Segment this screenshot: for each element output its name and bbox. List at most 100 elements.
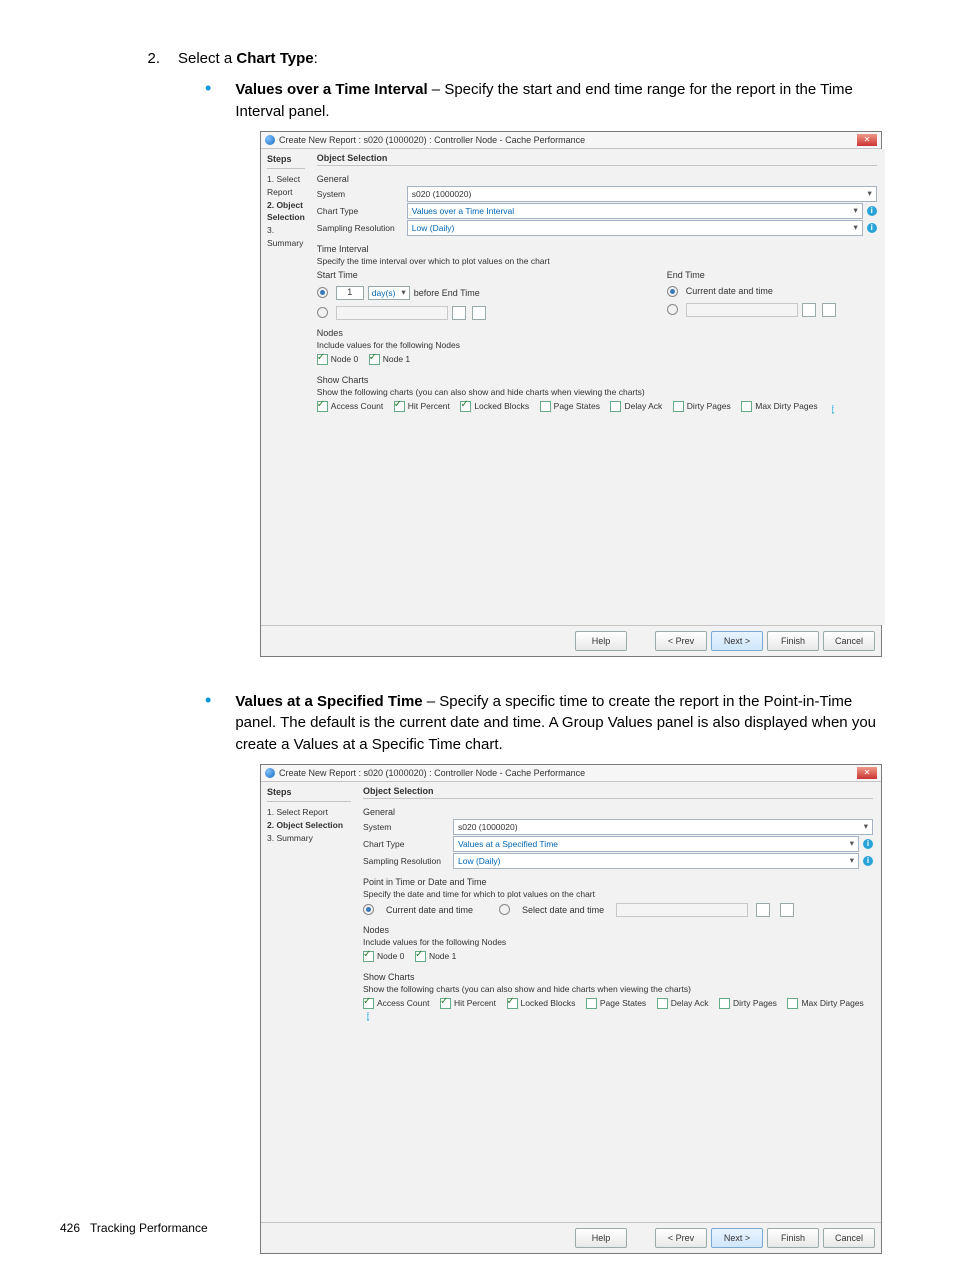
end-current-label: Current date and time — [686, 286, 773, 296]
pit-desc: Specify the date and time for which to p… — [363, 889, 873, 899]
end-absolute-radio[interactable] — [667, 304, 678, 315]
app-icon — [265, 135, 275, 145]
chart-checkbox[interactable] — [317, 401, 328, 412]
finish-button[interactable]: Finish — [767, 1228, 819, 1248]
sampling-label: Sampling Resolution — [317, 223, 407, 233]
chart-checkbox[interactable] — [460, 401, 471, 412]
chart-checkbox[interactable] — [741, 401, 752, 412]
general-label: General — [317, 174, 877, 184]
info-icon[interactable]: i — [863, 856, 873, 866]
pit-select-label: Select date and time — [522, 905, 604, 915]
show-charts-desc: Show the following charts (you can also … — [363, 984, 873, 994]
general-label: General — [363, 807, 873, 817]
chart-checkbox[interactable] — [540, 401, 551, 412]
prev-button[interactable]: < Prev — [655, 631, 707, 651]
help-button[interactable]: Help — [575, 1228, 627, 1248]
start-value-spinner[interactable]: 1 — [336, 286, 364, 300]
start-date-spinner[interactable] — [452, 306, 466, 320]
system-dropdown[interactable]: s020 (1000020)▾ — [453, 819, 873, 835]
end-time-label: End Time — [667, 270, 877, 280]
step-item: 3. Summary — [267, 832, 351, 845]
finish-button[interactable]: Finish — [767, 631, 819, 651]
chart-checkbox[interactable] — [363, 998, 374, 1009]
cancel-button[interactable]: Cancel — [823, 1228, 875, 1248]
chart-checkbox[interactable] — [440, 998, 451, 1009]
node1-checkbox[interactable] — [369, 354, 380, 365]
panel-header: Object Selection — [363, 786, 873, 799]
charts-checkbox-row: Access Count Hit Percent Locked Blocks P… — [363, 998, 873, 1022]
info-icon[interactable]: i — [867, 206, 877, 216]
start-time-label: Start Time — [317, 270, 527, 280]
bullet-dot: • — [60, 79, 235, 97]
pit-current-label: Current date and time — [386, 905, 473, 915]
pit-label: Point in Time or Date and Time — [363, 877, 873, 887]
step-instruction: Select a Chart Type: — [178, 50, 318, 67]
system-label: System — [363, 822, 453, 832]
sampling-label: Sampling Resolution — [363, 856, 453, 866]
chevron-down-icon: ▾ — [854, 222, 858, 233]
sampling-dropdown[interactable]: Low (Daily)▾ — [407, 220, 863, 236]
calendar-icon[interactable] — [780, 903, 794, 917]
chart-checkbox[interactable] — [787, 998, 798, 1009]
start-unit-dropdown[interactable]: day(s)▾ — [368, 286, 410, 300]
calendar-icon[interactable] — [822, 303, 836, 317]
end-current-radio[interactable] — [667, 286, 678, 297]
info-icon[interactable]: i — [867, 223, 877, 233]
before-end-label: before End Time — [414, 288, 480, 298]
show-charts-label: Show Charts — [317, 375, 877, 385]
sampling-dropdown[interactable]: Low (Daily)▾ — [453, 853, 859, 869]
node1-checkbox[interactable] — [415, 951, 426, 962]
chart-checkbox[interactable] — [586, 998, 597, 1009]
end-date-field[interactable] — [686, 303, 798, 317]
start-relative-radio[interactable] — [317, 287, 328, 298]
chevron-down-icon: ▾ — [854, 205, 858, 216]
calendar-icon[interactable] — [472, 306, 486, 320]
info-icon[interactable]: i — [863, 839, 873, 849]
node0-checkbox[interactable] — [363, 951, 374, 962]
help-button[interactable]: Help — [575, 631, 627, 651]
prev-button[interactable]: < Prev — [655, 1228, 707, 1248]
close-icon[interactable]: ✕ — [857, 134, 877, 146]
close-icon[interactable]: ✕ — [857, 767, 877, 779]
next-button[interactable]: Next > — [711, 631, 763, 651]
chart-checkbox[interactable] — [610, 401, 621, 412]
step-item: 1. Select Report — [267, 173, 305, 199]
chart-type-label: Chart Type — [363, 839, 453, 849]
chart-type-dropdown[interactable]: Values at a Specified Time▾ — [453, 836, 859, 852]
dialog-title: Create New Report : s020 (1000020) : Con… — [279, 135, 585, 145]
dialog-title: Create New Report : s020 (1000020) : Con… — [279, 768, 585, 778]
cancel-button[interactable]: Cancel — [823, 631, 875, 651]
node0-checkbox[interactable] — [317, 354, 328, 365]
step-item-current: 2. Object Selection — [267, 199, 305, 225]
pit-current-radio[interactable] — [363, 904, 374, 915]
next-button[interactable]: Next > — [711, 1228, 763, 1248]
wizard-screenshot-2: Create New Report : s020 (1000020) : Con… — [260, 764, 882, 1254]
chart-checkbox[interactable] — [719, 998, 730, 1009]
page-footer: 426 Tracking Performance — [60, 1221, 208, 1235]
show-charts-desc: Show the following charts (you can also … — [317, 387, 877, 397]
chart-checkbox[interactable] — [657, 998, 668, 1009]
pit-select-radio[interactable] — [499, 904, 510, 915]
info-icon[interactable]: i — [832, 405, 834, 414]
nodes-label: Nodes — [363, 925, 873, 935]
step-number: 2. — [120, 50, 178, 67]
end-date-spinner[interactable] — [802, 303, 816, 317]
pit-date-field[interactable] — [616, 903, 748, 917]
pit-date-spinner[interactable] — [756, 903, 770, 917]
system-dropdown[interactable]: s020 (1000020)▾ — [407, 186, 877, 202]
chevron-down-icon: ▾ — [868, 188, 872, 199]
chart-checkbox[interactable] — [507, 998, 518, 1009]
start-absolute-radio[interactable] — [317, 307, 328, 318]
bullet-dot: • — [60, 691, 235, 709]
bullet-1-text: Values over a Time Interval – Specify th… — [235, 79, 894, 123]
step-item: 1. Select Report — [267, 806, 351, 819]
steps-header: Steps — [267, 153, 305, 170]
app-icon — [265, 768, 275, 778]
chart-type-dropdown[interactable]: Values over a Time Interval▾ — [407, 203, 863, 219]
show-charts-label: Show Charts — [363, 972, 873, 982]
info-icon[interactable]: i — [367, 1012, 369, 1021]
chart-checkbox[interactable] — [394, 401, 405, 412]
chart-checkbox[interactable] — [673, 401, 684, 412]
time-interval-desc: Specify the time interval over which to … — [317, 256, 877, 266]
start-date-field[interactable] — [336, 306, 448, 320]
